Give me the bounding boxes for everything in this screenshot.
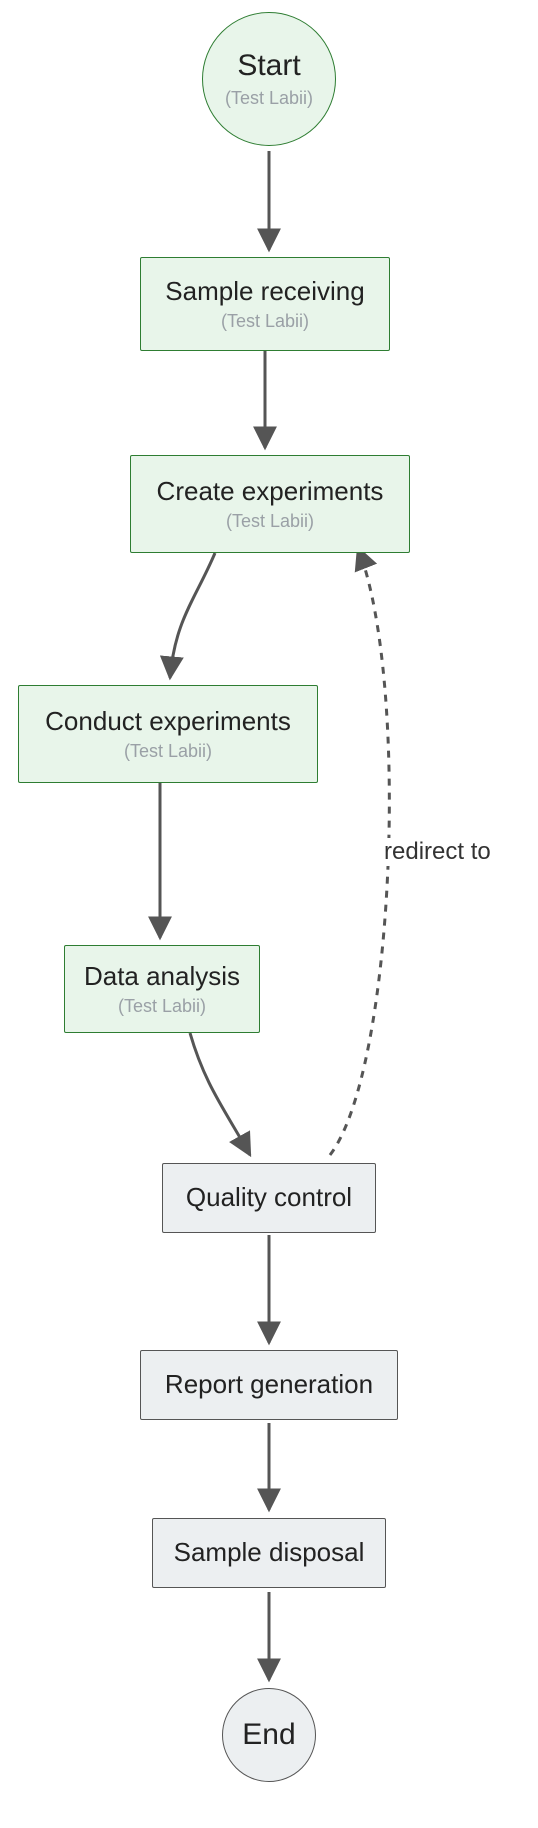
node-end: End <box>222 1688 316 1782</box>
edge-qc-create-redirect <box>330 548 389 1155</box>
node-create-experiments-sub: (Test Labii) <box>226 511 314 532</box>
node-report-generation-title: Report generation <box>165 1370 373 1400</box>
node-quality-control-title: Quality control <box>186 1183 352 1213</box>
node-create-experiments: Create experiments (Test Labii) <box>130 455 410 553</box>
node-sample-receiving: Sample receiving (Test Labii) <box>140 257 390 351</box>
node-start-title: Start <box>237 49 300 84</box>
node-end-title: End <box>242 1718 295 1753</box>
edge-label-redirect: redirect to <box>382 838 493 866</box>
node-data-analysis-title: Data analysis <box>84 962 240 992</box>
edge-analysis-qc <box>190 1033 250 1155</box>
flowchart-canvas: Start (Test Labii) Sample receiving (Tes… <box>0 0 538 1828</box>
node-quality-control: Quality control <box>162 1163 376 1233</box>
node-data-analysis: Data analysis (Test Labii) <box>64 945 260 1033</box>
node-start: Start (Test Labii) <box>202 12 336 146</box>
node-conduct-experiments-sub: (Test Labii) <box>124 741 212 762</box>
node-sample-disposal: Sample disposal <box>152 1518 386 1588</box>
node-data-analysis-sub: (Test Labii) <box>118 996 206 1017</box>
node-start-sub: (Test Labii) <box>225 88 313 109</box>
node-report-generation: Report generation <box>140 1350 398 1420</box>
node-sample-disposal-title: Sample disposal <box>174 1538 365 1568</box>
node-create-experiments-title: Create experiments <box>157 477 384 507</box>
node-conduct-experiments-title: Conduct experiments <box>45 707 291 737</box>
edge-create-conduct <box>170 553 215 678</box>
node-sample-receiving-title: Sample receiving <box>165 277 364 307</box>
node-sample-receiving-sub: (Test Labii) <box>221 311 309 332</box>
node-conduct-experiments: Conduct experiments (Test Labii) <box>18 685 318 783</box>
